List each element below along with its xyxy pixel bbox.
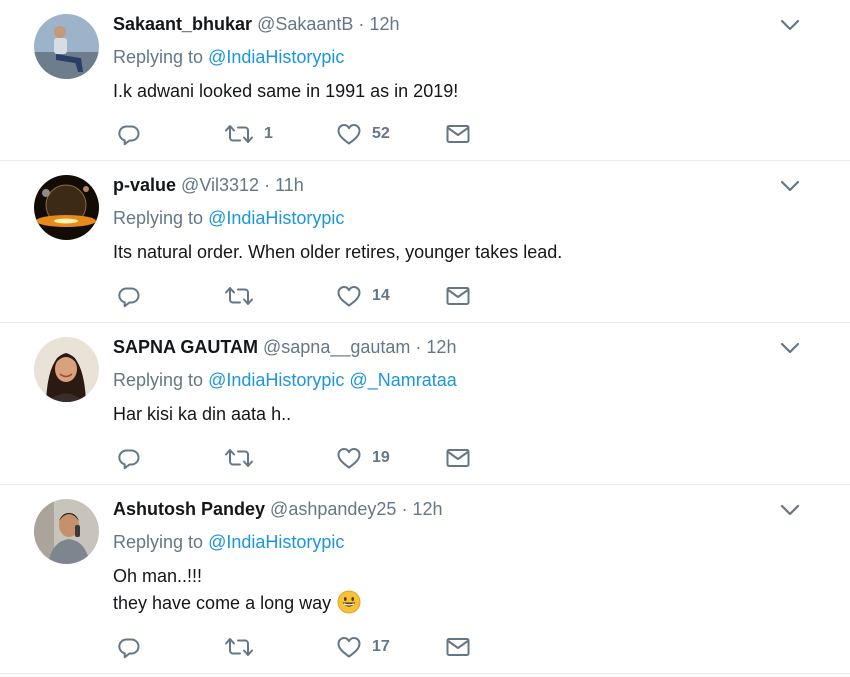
retweet-button[interactable] xyxy=(224,634,264,660)
separator-dot: · xyxy=(401,499,408,519)
heart-icon xyxy=(336,284,362,308)
like-count: 52 xyxy=(372,125,390,142)
tweet-text: Oh man..!!! they have come a long way xyxy=(113,563,361,617)
tweet-actions: 19 xyxy=(0,445,850,471)
tweet-actions: 14 xyxy=(0,283,850,309)
reply-icon xyxy=(117,635,141,659)
replying-to-label: Replying to xyxy=(113,208,204,228)
tweet[interactable]: p-value @Vil3312 · 11h Replying to @India… xyxy=(0,161,850,323)
chevron-down-icon[interactable] xyxy=(780,341,800,355)
reply-button[interactable] xyxy=(117,121,151,147)
tweet-text: Har kisi ka din aata h.. xyxy=(113,401,291,428)
retweet-button[interactable] xyxy=(224,283,264,309)
like-button[interactable]: 19 xyxy=(336,445,390,471)
tweet[interactable]: SAPNA GAUTAM @sapna__gautam · 12h Replyin… xyxy=(0,323,850,485)
reply-icon xyxy=(117,446,141,470)
tweet-header: Ashutosh Pandey @ashpandey25 · 12h xyxy=(113,498,443,520)
display-name[interactable]: Sakaant_bhukar xyxy=(113,14,252,34)
display-name[interactable]: p-value xyxy=(113,175,176,195)
tweet-text-line: they have come a long way xyxy=(113,590,361,617)
tweet-header: SAPNA GAUTAM @sapna__gautam · 12h xyxy=(113,336,456,358)
replying-to-mention[interactable]: @IndiaHistorypic xyxy=(208,532,344,552)
direct-message-button[interactable] xyxy=(445,634,471,660)
retweet-button[interactable]: 1 xyxy=(224,121,273,147)
tweet-text-line: Har kisi ka din aata h.. xyxy=(113,404,292,424)
chevron-down-icon[interactable] xyxy=(780,179,800,193)
user-handle[interactable]: @ashpandey25 xyxy=(270,499,396,519)
replying-to-label: Replying to xyxy=(113,532,204,552)
separator-dot: · xyxy=(358,14,365,34)
direct-message-button[interactable] xyxy=(445,121,471,147)
tweet-text: Its natural order. When older retires, y… xyxy=(113,239,562,266)
heart-icon xyxy=(336,635,362,659)
user-handle[interactable]: @Vil3312 xyxy=(181,175,259,195)
reply-button[interactable] xyxy=(117,634,151,660)
envelope-icon xyxy=(445,635,471,659)
envelope-icon xyxy=(445,122,471,146)
retweet-icon xyxy=(224,635,254,659)
replying-to-mention[interactable]: @IndiaHistorypic xyxy=(208,208,344,228)
reply-icon xyxy=(117,284,141,308)
retweet-icon xyxy=(224,446,254,470)
like-count: 17 xyxy=(372,638,390,655)
tweet[interactable]: Ashutosh Pandey @ashpandey25 · 12h Replyi… xyxy=(0,485,850,674)
tweet-header: Sakaant_bhukar @SakaantB · 12h xyxy=(113,13,399,35)
retweet-count: 1 xyxy=(264,125,273,142)
replying-to-line: Replying to @IndiaHistorypic xyxy=(113,46,344,68)
tweet[interactable]: Sakaant_bhukar @SakaantB · 12h Replying t… xyxy=(0,0,850,161)
timestamp[interactable]: 11h xyxy=(275,175,304,195)
replying-to-mention[interactable]: @IndiaHistorypic xyxy=(208,370,344,390)
tweet-feed: Sakaant_bhukar @SakaantB · 12h Replying t… xyxy=(0,0,850,674)
replying-to-mention[interactable]: @IndiaHistorypic xyxy=(208,47,344,67)
reply-icon xyxy=(117,122,141,146)
timestamp[interactable]: 12h xyxy=(369,14,399,34)
like-count: 14 xyxy=(372,287,390,304)
avatar[interactable] xyxy=(34,14,99,79)
direct-message-button[interactable] xyxy=(445,283,471,309)
tweet-text: I.k adwani looked same in 1991 as in 201… xyxy=(113,78,458,105)
replying-to-label: Replying to xyxy=(113,370,204,390)
avatar[interactable] xyxy=(34,337,99,402)
replying-to-line: Replying to @IndiaHistorypic xyxy=(113,207,344,229)
retweet-button[interactable] xyxy=(224,445,264,471)
heart-icon xyxy=(336,122,362,146)
retweet-icon xyxy=(224,284,254,308)
tweet-text-line: Its natural order. When older retires, y… xyxy=(113,242,563,262)
replying-to-line: Replying to @IndiaHistorypic xyxy=(113,531,344,553)
heart-icon xyxy=(336,446,362,470)
like-count: 19 xyxy=(372,449,390,466)
display-name[interactable]: SAPNA GAUTAM xyxy=(113,337,258,357)
separator-dot: · xyxy=(264,175,271,195)
avatar[interactable] xyxy=(34,175,99,240)
retweet-icon xyxy=(224,122,254,146)
tweet-text-line: Oh man..!!! xyxy=(113,566,203,586)
tweet-header: p-value @Vil3312 · 11h xyxy=(113,174,304,196)
timestamp[interactable]: 12h xyxy=(426,337,456,357)
tweet-actions: 17 xyxy=(0,634,850,660)
direct-message-button[interactable] xyxy=(445,445,471,471)
chevron-down-icon[interactable] xyxy=(780,503,800,517)
tweet-actions: 1 52 xyxy=(0,121,850,147)
envelope-icon xyxy=(445,284,471,308)
display-name[interactable]: Ashutosh Pandey xyxy=(113,499,265,519)
envelope-icon xyxy=(445,446,471,470)
reply-button[interactable] xyxy=(117,445,151,471)
reply-button[interactable] xyxy=(117,283,151,309)
replying-to-line: Replying to @IndiaHistorypic @_Namrataa xyxy=(113,369,457,391)
timestamp[interactable]: 12h xyxy=(412,499,442,519)
replying-to-mention[interactable]: @_Namrataa xyxy=(349,370,456,390)
separator-dot: · xyxy=(415,337,422,357)
grinning-face-emoji xyxy=(337,590,361,614)
chevron-down-icon[interactable] xyxy=(780,18,800,32)
replying-to-label: Replying to xyxy=(113,47,204,67)
user-handle[interactable]: @sapna__gautam xyxy=(263,337,410,357)
avatar[interactable] xyxy=(34,499,99,564)
like-button[interactable]: 52 xyxy=(336,121,390,147)
like-button[interactable]: 14 xyxy=(336,283,390,309)
tweet-text-line: I.k adwani looked same in 1991 as in 201… xyxy=(113,81,459,101)
like-button[interactable]: 17 xyxy=(336,634,390,660)
user-handle[interactable]: @SakaantB xyxy=(257,14,353,34)
